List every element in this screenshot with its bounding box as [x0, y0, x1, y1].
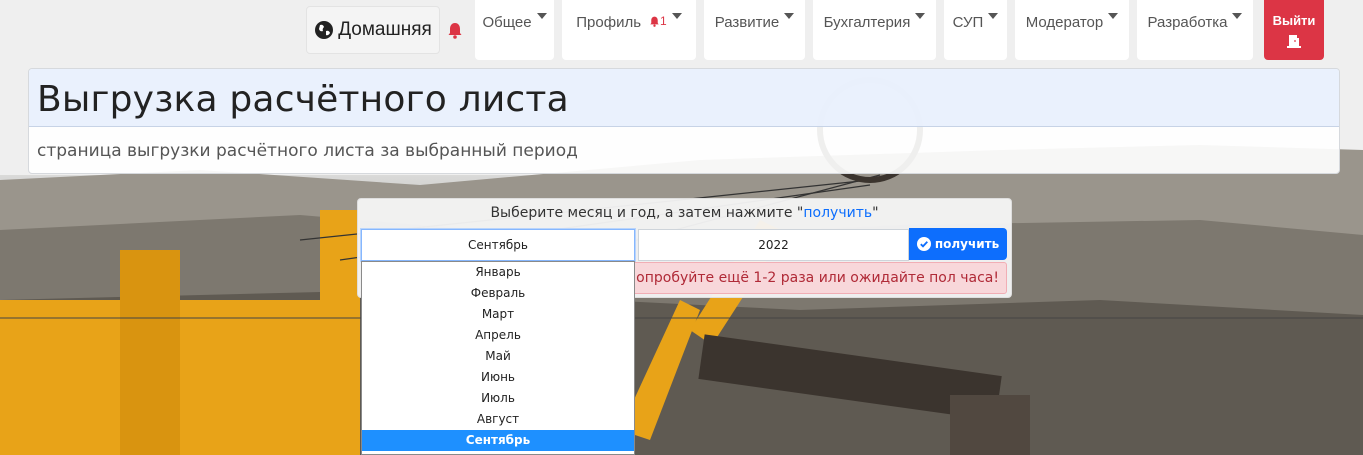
- menu-profile[interactable]: Профиль 1: [562, 0, 696, 60]
- form-hint-suffix: ": [872, 205, 879, 221]
- menu-general[interactable]: Общее: [475, 0, 554, 60]
- caret-down-icon: [536, 13, 547, 19]
- menu-general-label: Общее: [482, 14, 532, 31]
- form-hint-link: получить: [803, 205, 873, 221]
- menu-accounting[interactable]: Бухгалтерия: [813, 0, 936, 60]
- menu-dev-tools-label: Разработка: [1147, 14, 1228, 31]
- home-button[interactable]: Домашняя: [306, 6, 440, 54]
- title-band: Выгрузка расчётного листа: [29, 69, 1339, 127]
- profile-notifications: 1: [649, 14, 667, 28]
- menu-development-label: Развитие: [714, 14, 780, 31]
- menu-sup-label: СУП: [952, 14, 984, 31]
- caret-down-icon: [988, 13, 999, 19]
- month-option[interactable]: Август: [362, 409, 634, 430]
- form-hint: Выберите месяц и год, а затем нажмите "п…: [358, 205, 1011, 221]
- month-option[interactable]: Апрель: [362, 325, 634, 346]
- menu-accounting-label: Бухгалтерия: [823, 14, 911, 31]
- month-option[interactable]: Июль: [362, 388, 634, 409]
- month-dropdown-list: Январь Февраль Март Апрель Май Июнь Июль…: [361, 261, 635, 455]
- form-hint-prefix: Выберите месяц и год, а затем нажмите ": [490, 205, 804, 221]
- logout-label: Выйти: [1272, 13, 1316, 28]
- menu-profile-label: Профиль: [576, 14, 642, 31]
- page-title: Выгрузка расчётного листа: [37, 79, 569, 120]
- logout-button[interactable]: Выйти: [1264, 0, 1324, 60]
- page-subtitle: страница выгрузки расчётного листа за вы…: [37, 141, 578, 161]
- month-option-selected[interactable]: Сентябрь: [362, 430, 634, 451]
- page-header: Выгрузка расчётного листа страница выгру…: [28, 68, 1340, 174]
- caret-down-icon: [784, 13, 795, 19]
- menu-dev-tools[interactable]: Разработка: [1137, 0, 1253, 60]
- caret-down-icon: [1108, 13, 1119, 19]
- notification-count: 1: [660, 14, 667, 28]
- month-select[interactable]: Сентябрь: [361, 229, 635, 261]
- caret-down-icon: [1232, 13, 1243, 19]
- year-input[interactable]: 2022: [638, 229, 909, 261]
- menu-moderator-label: Модератор: [1025, 14, 1104, 31]
- menu-development[interactable]: Развитие: [704, 0, 805, 60]
- caret-down-icon: [671, 13, 682, 19]
- menu-moderator[interactable]: Модератор: [1015, 0, 1129, 60]
- check-circle-icon: [916, 237, 931, 251]
- door-exit-icon: [1287, 35, 1301, 48]
- notification-bell-icon[interactable]: [447, 22, 463, 39]
- get-button-label: получить: [934, 237, 1000, 251]
- month-option[interactable]: Февраль: [362, 283, 634, 304]
- month-option[interactable]: Январь: [362, 262, 634, 283]
- home-label: Домашняя: [338, 19, 432, 40]
- month-option[interactable]: Март: [362, 304, 634, 325]
- month-option[interactable]: Май: [362, 346, 634, 367]
- caret-down-icon: [915, 13, 926, 19]
- bell-icon: [650, 16, 659, 27]
- month-option[interactable]: Июнь: [362, 367, 634, 388]
- globe-icon: [315, 21, 334, 39]
- menu-sup[interactable]: СУП: [944, 0, 1007, 60]
- get-button[interactable]: получить: [909, 228, 1007, 260]
